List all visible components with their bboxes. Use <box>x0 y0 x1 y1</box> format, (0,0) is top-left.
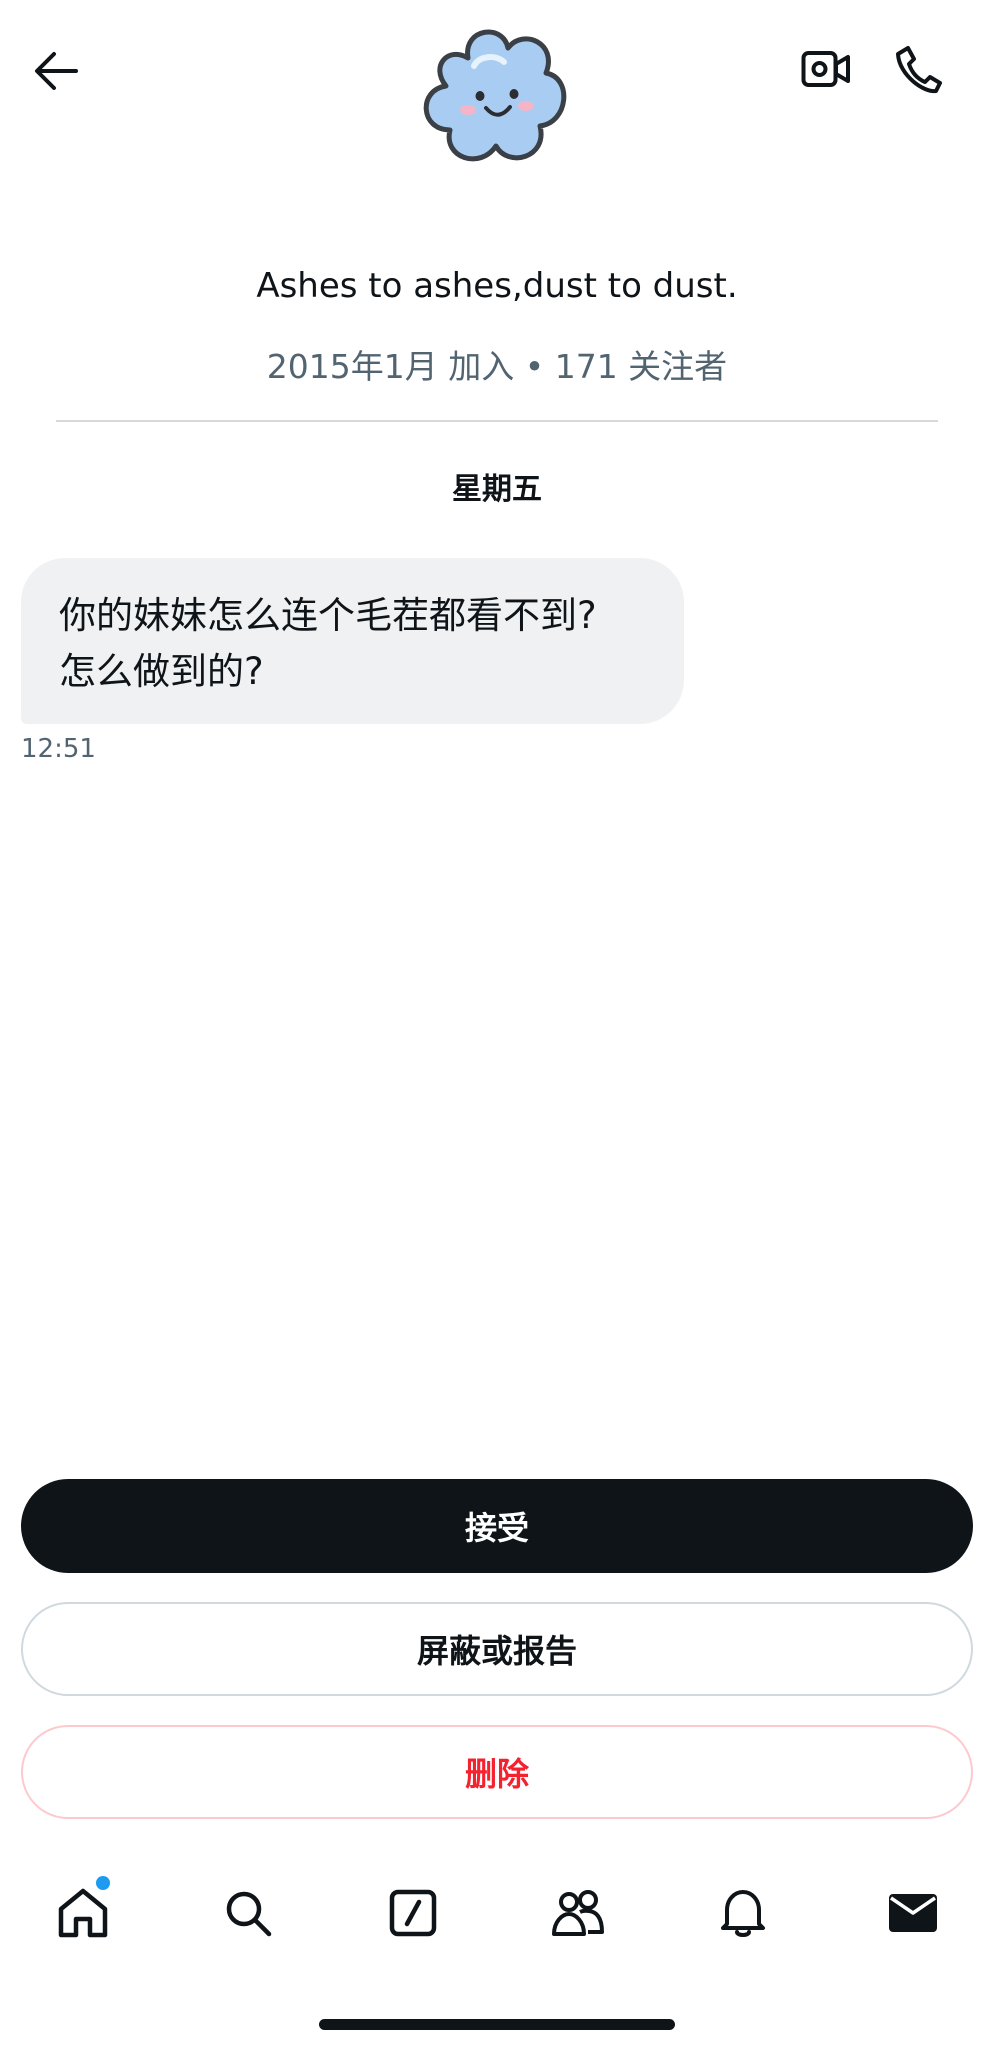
communities-icon <box>552 1890 604 1936</box>
profile-bio: Ashes to ashes,dust to dust. <box>256 266 738 306</box>
nav-messages[interactable] <box>880 1880 946 1946</box>
dm-request-screen: Ashes to ashes,dust to dust. 2015年1月 加入 … <box>0 0 994 2048</box>
mail-icon <box>889 1894 937 1932</box>
home-indicator[interactable] <box>319 2019 675 2030</box>
compose-icon <box>389 1889 437 1937</box>
block-or-report-button[interactable]: 屏蔽或报告 <box>21 1602 973 1696</box>
video-call-button[interactable] <box>796 41 856 97</box>
nav-communities[interactable] <box>545 1880 611 1946</box>
delete-button[interactable]: 删除 <box>21 1725 973 1819</box>
message-bubble[interactable]: 你的妹妹怎么连个毛茬都看不到? 怎么做到的? <box>21 558 684 724</box>
nav-notifications[interactable] <box>710 1880 776 1946</box>
bell-icon <box>721 1890 765 1937</box>
day-separator: 星期五 <box>452 472 542 507</box>
message-line-1: 你的妹妹怎么连个毛茬都看不到? <box>59 594 597 637</box>
nav-home[interactable] <box>50 1880 116 1946</box>
phone-icon <box>896 46 942 94</box>
accept-button[interactable]: 接受 <box>21 1479 973 1573</box>
nav-search[interactable] <box>215 1880 281 1946</box>
nav-compose[interactable] <box>380 1880 446 1946</box>
cloud-smile-avatar <box>423 29 567 162</box>
voice-call-button[interactable] <box>888 40 948 100</box>
search-icon <box>226 1891 272 1937</box>
profile-meta: 2015年1月 加入 • 171 关注者 <box>266 347 728 386</box>
home-icon <box>58 1888 108 1938</box>
divider <box>56 420 938 422</box>
arrow-left-icon <box>35 52 78 90</box>
back-button[interactable] <box>30 45 82 97</box>
video-camera-icon <box>801 51 850 87</box>
message-timestamp: 12:51 <box>21 734 96 764</box>
avatar[interactable] <box>408 18 584 178</box>
notification-dot <box>96 1876 110 1890</box>
message-line-2: 怎么做到的? <box>59 650 264 693</box>
